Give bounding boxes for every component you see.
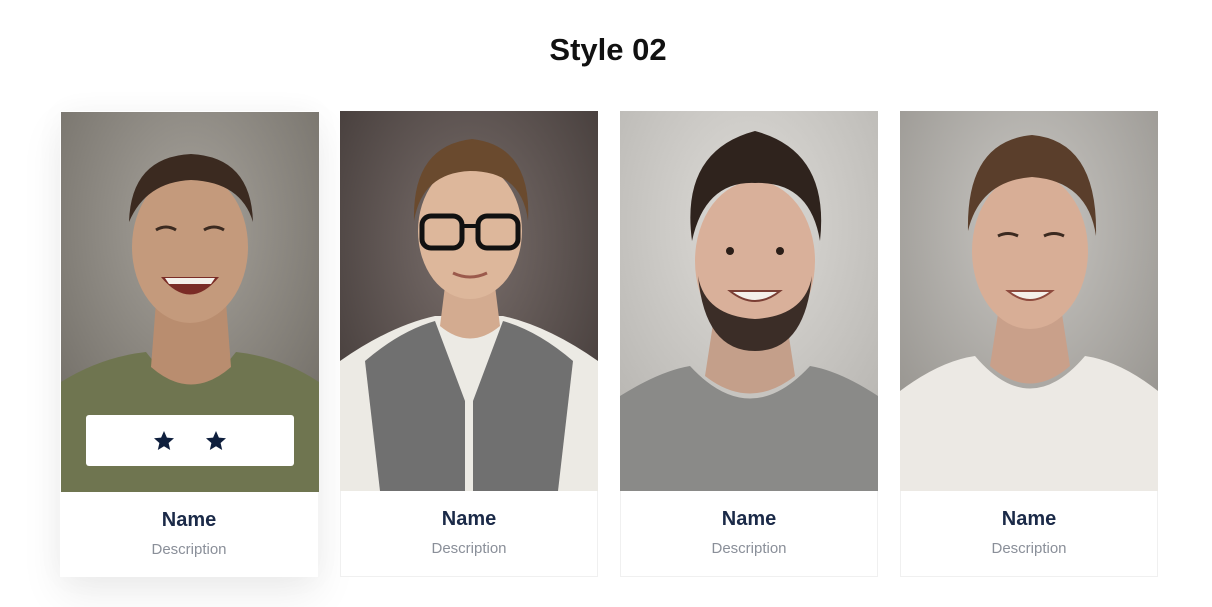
team-grid: Name Description Name Description Name D… [60,111,1158,577]
card-info: Name Description [341,491,597,558]
star-icon[interactable] [204,429,228,453]
team-member-photo[interactable] [620,111,878,491]
member-name: Name [1001,508,1057,530]
page: Style 02 Name Description Name Descripti… [0,0,1212,607]
team-card[interactable]: Name Description [900,111,1158,577]
member-name: Name [721,508,777,530]
team-card[interactable]: Name Description [340,111,598,577]
team-card[interactable]: Name Description [620,111,878,577]
member-name: Name [441,508,497,530]
member-name: Name [161,509,217,531]
card-info: Name Description [621,491,877,558]
team-member-photo[interactable] [900,111,1158,491]
social-links [86,415,294,466]
member-description: Description [431,540,507,557]
member-description: Description [711,540,787,557]
member-description: Description [991,540,1067,557]
card-info: Name Description [61,492,317,559]
member-description: Description [151,541,227,558]
team-member-photo[interactable] [61,112,319,492]
team-member-photo[interactable] [340,111,598,491]
team-card[interactable]: Name Description [60,111,319,577]
section-title: Style 02 [549,32,667,67]
card-info: Name Description [901,491,1157,558]
star-icon[interactable] [152,429,176,453]
